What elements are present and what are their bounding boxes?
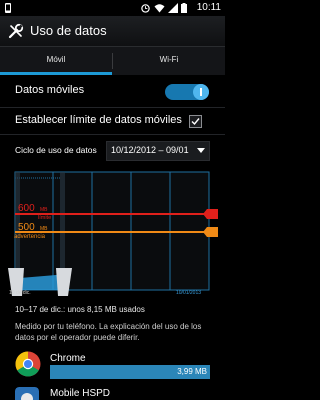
status-bar: 10:11	[0, 0, 225, 16]
signal-icon	[168, 3, 178, 13]
tab-wifi[interactable]: Wi-Fi	[113, 47, 225, 75]
app-name: Chrome	[50, 353, 86, 364]
cycle-spinner[interactable]: 10/12/2012 – 09/01	[106, 141, 210, 161]
sony-app-icon	[15, 387, 39, 400]
cycle-start-label: 10 de dic.	[9, 290, 31, 296]
checkmark-icon	[191, 118, 200, 126]
tab-mobile-label: Móvil	[46, 55, 66, 64]
usage-graph-canvas	[8, 171, 218, 296]
phone-icon	[5, 3, 11, 13]
mobile-data-toggle[interactable]	[165, 84, 209, 100]
set-limit-checkbox[interactable]	[189, 115, 202, 128]
set-limit-label: Establecer límite de datos móviles	[15, 114, 182, 126]
wifi-icon	[154, 4, 165, 13]
tab-mobile[interactable]: Móvil	[0, 47, 112, 75]
tab-wifi-label: Wi-Fi	[159, 55, 179, 64]
divider	[0, 134, 225, 135]
action-bar: Uso de datos	[0, 16, 225, 47]
warning-label: advertencia	[14, 234, 46, 240]
chrome-icon	[15, 351, 41, 377]
limit-value: 600	[18, 203, 35, 214]
clock: 10:11	[196, 2, 221, 13]
limit-label: límite	[38, 215, 52, 221]
app-row-mobile-hspd[interactable]: Mobile HSPD	[0, 384, 225, 400]
warning-unit: MB	[40, 226, 48, 232]
usage-summary: 10–17 de dic.: unos 8,15 MB usados	[15, 305, 145, 314]
page-title: Uso de datos	[30, 23, 107, 38]
app-row-chrome[interactable]: Chrome 3,99 MB	[0, 346, 225, 382]
toggle-knob	[193, 84, 209, 100]
mobile-data-label: Datos móviles	[15, 84, 85, 96]
app-name: Mobile HSPD	[50, 388, 111, 399]
dropdown-arrow-icon	[197, 148, 205, 153]
settings-tools-icon[interactable]	[8, 23, 24, 39]
cycle-value: 10/12/2012 – 09/01	[111, 145, 189, 155]
alarm-icon	[141, 4, 150, 13]
data-usage-graph[interactable]: 600 MB límite 500 MB advertencia 10 de d…	[0, 166, 225, 300]
limit-unit: MB	[40, 207, 48, 213]
cycle-end-label: 10/01/2013	[176, 290, 202, 296]
battery-icon	[181, 3, 187, 13]
usage-note: Medido por tu teléfono. La explicación d…	[15, 322, 202, 342]
cycle-label: Ciclo de uso de datos	[15, 145, 97, 155]
tab-selected-indicator	[0, 72, 112, 75]
cycle-end-handle-icon	[56, 268, 72, 296]
tab-bar: Móvil Wi-Fi	[0, 47, 225, 75]
app-size: 3,99 MB	[177, 367, 207, 376]
warning-value: 500	[18, 222, 35, 233]
